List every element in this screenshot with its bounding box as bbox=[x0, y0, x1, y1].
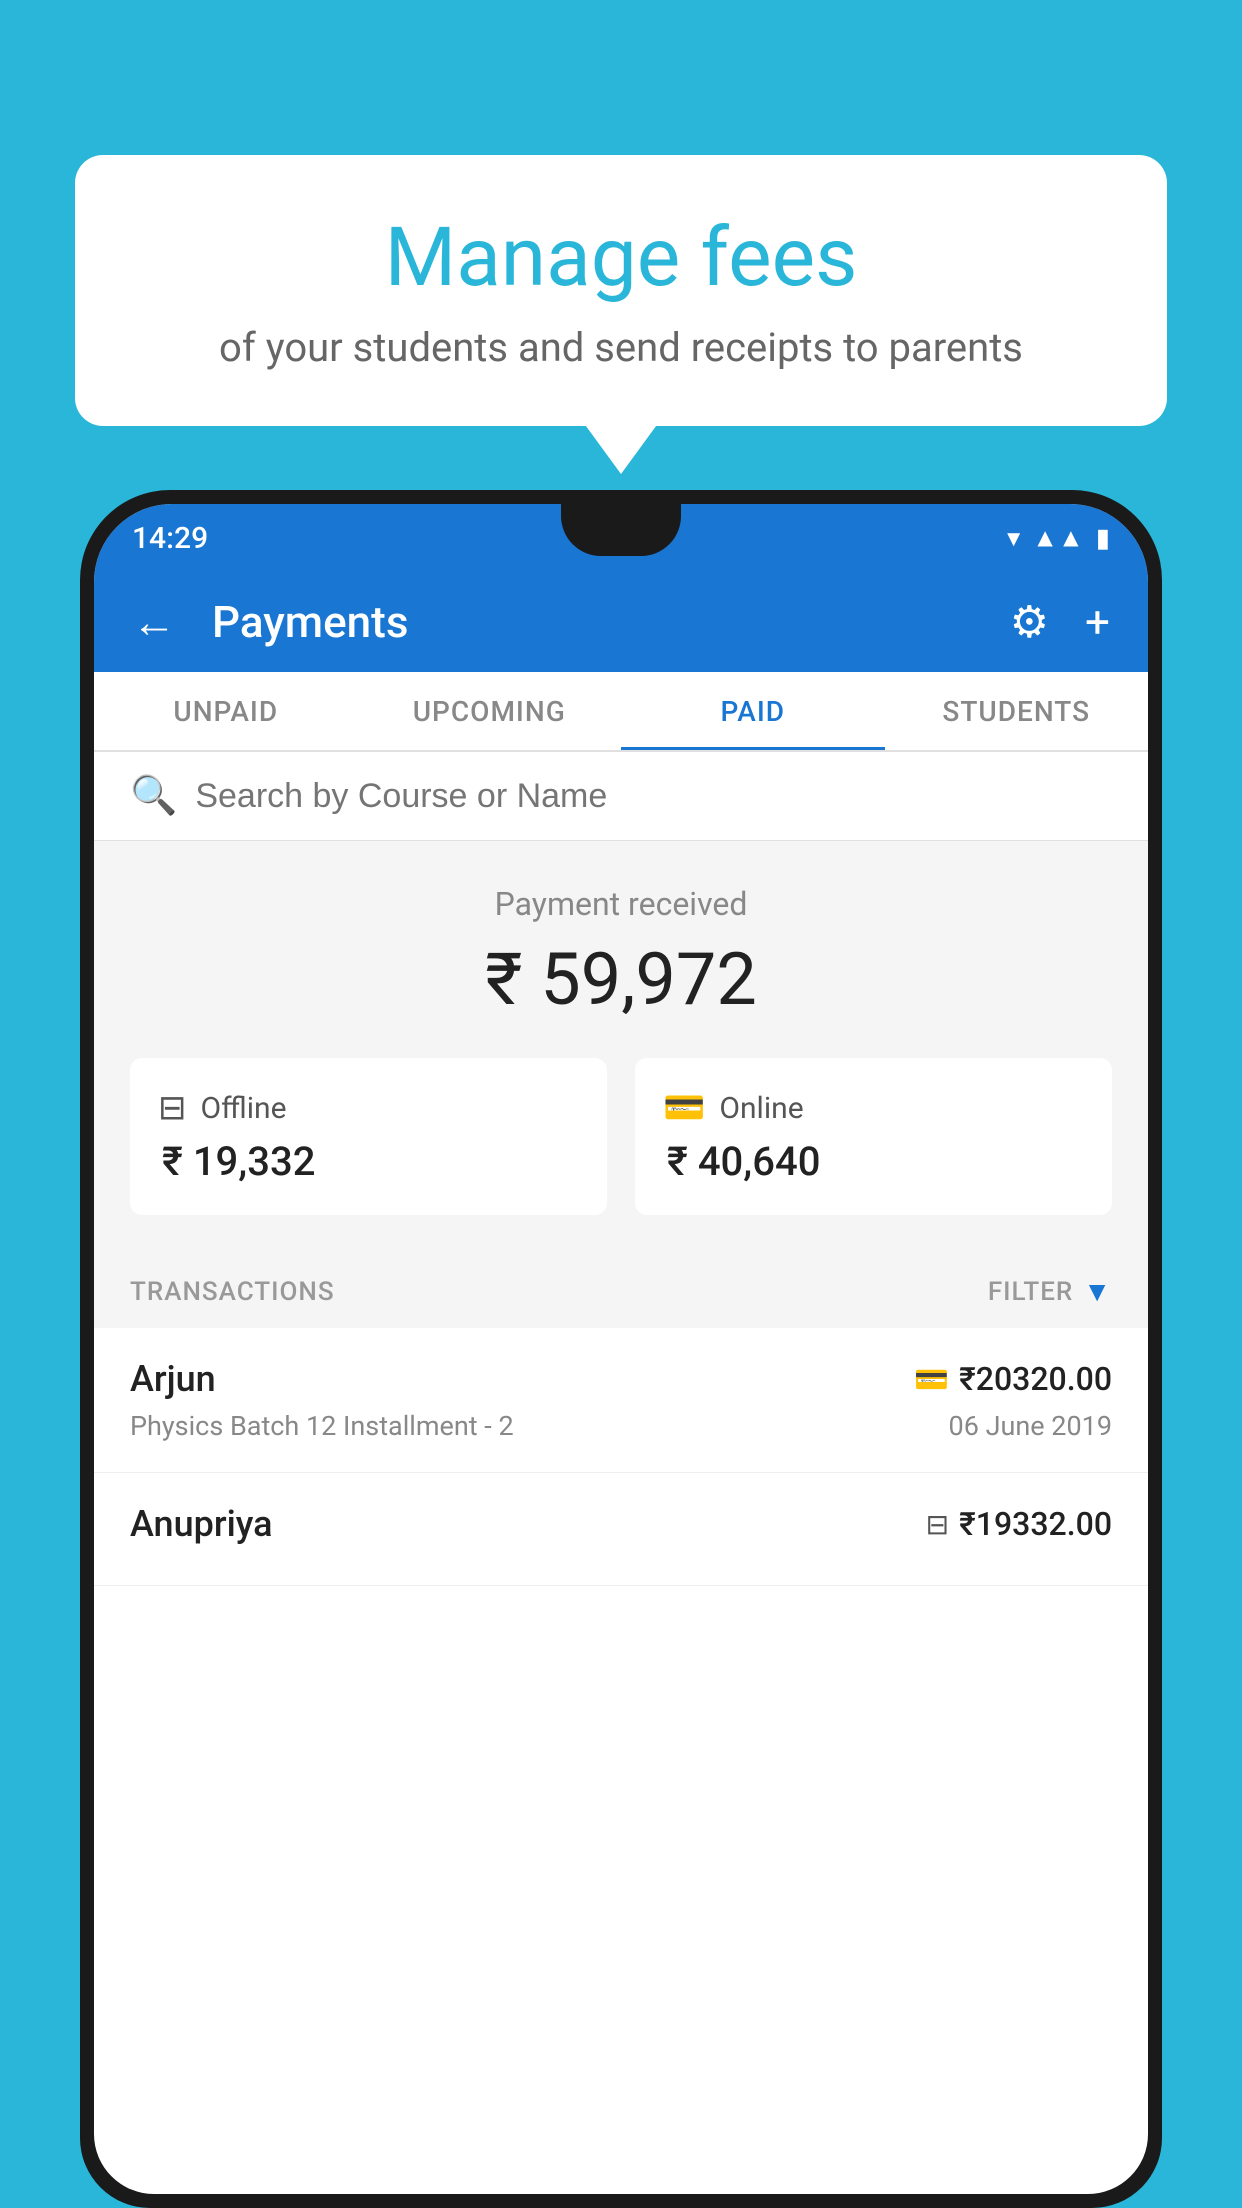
status-time: 14:29 bbox=[132, 521, 208, 556]
transactions-label: TRANSACTIONS bbox=[130, 1277, 335, 1307]
online-payment-icon: 💳 bbox=[914, 1363, 949, 1396]
offline-payment-icon: ⊟ bbox=[926, 1508, 949, 1541]
search-bar: 🔍 bbox=[94, 752, 1148, 841]
status-bar: 14:29 ▾ ▲▲ ▮ bbox=[94, 504, 1148, 572]
transaction-item[interactable]: Anupriya ⊟ ₹19332.00 bbox=[94, 1473, 1148, 1586]
transaction-course: Physics Batch 12 Installment - 2 bbox=[130, 1410, 514, 1442]
search-input[interactable] bbox=[195, 777, 1112, 816]
payment-summary: Payment received ₹ 59,972 bbox=[94, 841, 1148, 1058]
tab-upcoming[interactable]: UPCOMING bbox=[358, 672, 622, 750]
offline-icon: ⊟ bbox=[158, 1088, 187, 1128]
notch bbox=[561, 504, 681, 556]
transaction-amount: ₹19332.00 bbox=[959, 1505, 1112, 1543]
online-label: Online bbox=[719, 1091, 803, 1126]
phone-frame: 14:29 ▾ ▲▲ ▮ ← Payments ⚙ + UNPAID bbox=[80, 490, 1162, 2208]
transactions-header: TRANSACTIONS FILTER ▼ bbox=[94, 1251, 1148, 1328]
payment-label: Payment received bbox=[130, 885, 1112, 923]
bubble-subtitle: of your students and send receipts to pa… bbox=[135, 324, 1107, 371]
status-icons: ▾ ▲▲ ▮ bbox=[1007, 523, 1110, 554]
tab-paid[interactable]: PAID bbox=[621, 672, 885, 750]
tab-unpaid[interactable]: UNPAID bbox=[94, 672, 358, 750]
settings-button[interactable]: ⚙ bbox=[1010, 596, 1049, 648]
credit-card-icon: 💳 bbox=[663, 1088, 705, 1128]
battery-icon: ▮ bbox=[1096, 523, 1110, 553]
offline-amount: ₹ 19,332 bbox=[158, 1138, 579, 1185]
payment-cards: ⊟ Offline ₹ 19,332 💳 Online ₹ 40,640 bbox=[94, 1058, 1148, 1251]
tab-students[interactable]: STUDENTS bbox=[885, 672, 1149, 750]
transaction-amount: ₹20320.00 bbox=[959, 1360, 1112, 1398]
payment-amount: ₹ 59,972 bbox=[130, 937, 1112, 1022]
app-title: Payments bbox=[212, 596, 974, 648]
filter-label: FILTER bbox=[988, 1277, 1073, 1307]
offline-label: Offline bbox=[201, 1091, 287, 1126]
online-amount: ₹ 40,640 bbox=[663, 1138, 1084, 1185]
add-button[interactable]: + bbox=[1085, 596, 1110, 648]
bubble-title: Manage fees bbox=[135, 210, 1107, 306]
transaction-name: Anupriya bbox=[130, 1503, 273, 1545]
transaction-name: Arjun bbox=[130, 1358, 216, 1400]
tabs: UNPAID UPCOMING PAID STUDENTS bbox=[94, 672, 1148, 752]
signal-icon: ▲▲ bbox=[1032, 523, 1083, 554]
search-icon: 🔍 bbox=[130, 774, 177, 818]
back-button[interactable]: ← bbox=[132, 596, 176, 648]
filter-icon: ▼ bbox=[1083, 1275, 1112, 1308]
transaction-date: 06 June 2019 bbox=[949, 1410, 1112, 1442]
app-bar: ← Payments ⚙ + bbox=[94, 572, 1148, 672]
filter-button[interactable]: FILTER ▼ bbox=[988, 1275, 1112, 1308]
speech-bubble: Manage fees of your students and send re… bbox=[75, 155, 1167, 426]
online-card: 💳 Online ₹ 40,640 bbox=[635, 1058, 1112, 1215]
phone-screen: 14:29 ▾ ▲▲ ▮ ← Payments ⚙ + UNPAID bbox=[94, 504, 1148, 2194]
wifi-icon: ▾ bbox=[1007, 523, 1020, 553]
transaction-item[interactable]: Arjun 💳 ₹20320.00 Physics Batch 12 Insta… bbox=[94, 1328, 1148, 1473]
offline-card: ⊟ Offline ₹ 19,332 bbox=[130, 1058, 607, 1215]
